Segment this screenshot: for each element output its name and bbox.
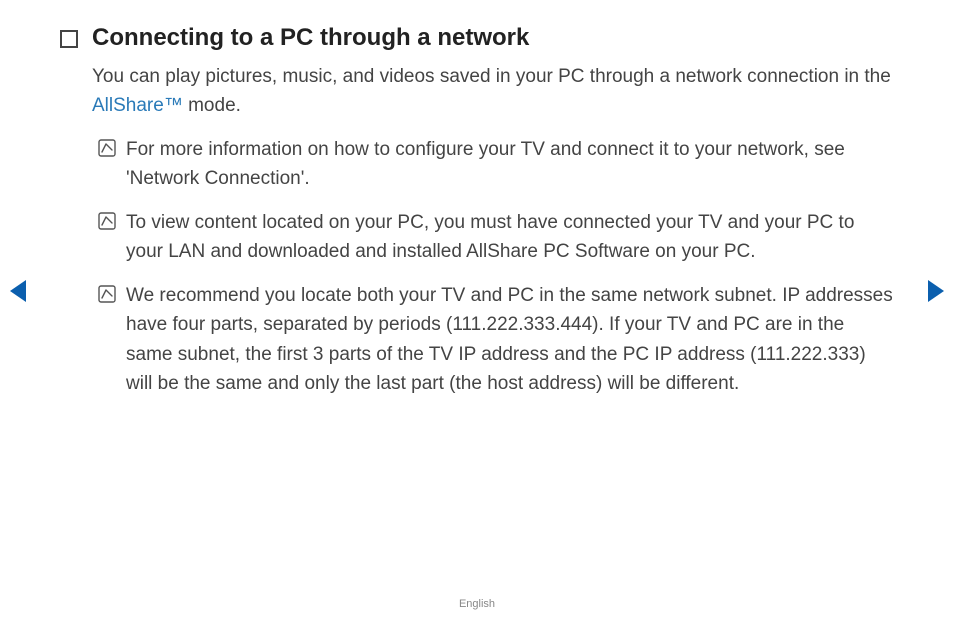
triangle-right-icon (926, 278, 946, 304)
note-icon (98, 212, 116, 230)
title-row: Connecting to a PC through a network (60, 24, 894, 52)
triangle-left-icon (8, 278, 28, 304)
intro-paragraph: You can play pictures, music, and videos… (92, 62, 894, 121)
note-item: We recommend you locate both your TV and… (98, 281, 894, 399)
note-item: For more information on how to configure… (98, 135, 894, 194)
body-text: You can play pictures, music, and videos… (92, 62, 894, 398)
page-content: Connecting to a PC through a network You… (0, 0, 954, 398)
note-item: To view content located on your PC, you … (98, 208, 894, 267)
prev-page-button[interactable] (8, 278, 28, 309)
allshare-link[interactable]: AllShare™ (92, 95, 183, 116)
footer-language: English (0, 598, 954, 610)
intro-before: You can play pictures, music, and videos… (92, 66, 891, 87)
section-bullet-icon (60, 30, 78, 48)
next-page-button[interactable] (926, 278, 946, 309)
note-text: We recommend you locate both your TV and… (126, 281, 894, 399)
note-text: To view content located on your PC, you … (126, 208, 894, 267)
note-icon (98, 285, 116, 303)
intro-after: mode. (183, 95, 241, 116)
note-icon (98, 139, 116, 157)
page-title: Connecting to a PC through a network (92, 24, 529, 52)
note-text: For more information on how to configure… (126, 135, 894, 194)
